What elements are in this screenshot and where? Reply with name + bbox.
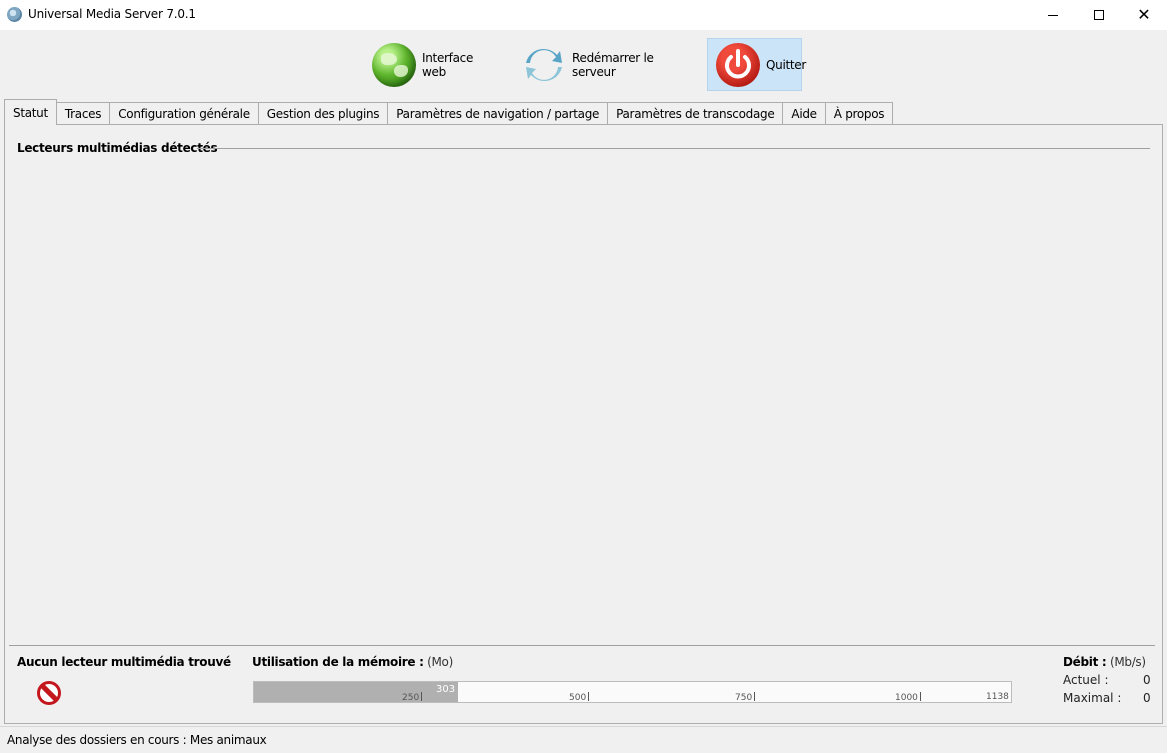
memory-max-label: 1138 xyxy=(986,692,1009,702)
power-icon xyxy=(716,42,760,87)
tab-help[interactable]: Aide xyxy=(782,102,826,125)
memory-tick-text: 1000 xyxy=(895,693,918,703)
detected-renderers-title: Lecteurs multimédias détectés xyxy=(17,141,218,155)
tab-general-configuration[interactable]: Configuration générale xyxy=(109,102,259,125)
section-divider xyxy=(197,148,1150,149)
status-bar: Analyse des dossiers en cours : Mes anim… xyxy=(0,726,1167,753)
memory-usage-bar: 303 250 500 750 1000 1138 xyxy=(253,681,1012,703)
memory-used-value: 303 xyxy=(436,684,456,695)
quit-button[interactable]: Quitter xyxy=(707,38,806,91)
memory-tick-mark xyxy=(754,692,756,701)
status-text: Analyse des dossiers en cours : Mes anim… xyxy=(7,733,267,747)
memory-unit: (Mo) xyxy=(427,655,453,669)
tab-plugins[interactable]: Gestion des plugins xyxy=(257,102,389,125)
tab-about[interactable]: À propos xyxy=(824,102,894,125)
memory-tick-text: 750 xyxy=(735,693,753,703)
close-icon: ✕ xyxy=(1137,5,1151,24)
maximize-button[interactable] xyxy=(1076,0,1122,30)
bitrate-current-value: 0 xyxy=(1143,673,1151,687)
bitrate-title: Débit : xyxy=(1063,655,1107,669)
close-button[interactable]: ✕ xyxy=(1121,0,1167,30)
bottom-divider xyxy=(9,645,1155,646)
bitrate-current-label: Actuel : xyxy=(1063,673,1109,687)
bitrate-unit: (Mb/s) xyxy=(1109,655,1146,669)
tab-status[interactable]: Statut xyxy=(4,99,57,125)
status-panel: Lecteurs multimédias détectés Aucun lect… xyxy=(4,124,1163,724)
web-interface-button[interactable]: Interface web xyxy=(364,38,504,91)
maximize-icon xyxy=(1094,10,1104,20)
window-title: Universal Media Server 7.0.1 xyxy=(28,7,196,21)
bitrate-max-label: Maximal : xyxy=(1063,691,1122,705)
globe-icon xyxy=(372,42,416,87)
refresh-icon xyxy=(522,43,566,87)
memory-tick-label: 250 xyxy=(402,692,423,703)
memory-tick-mark xyxy=(919,692,921,701)
minimize-icon xyxy=(1048,14,1058,16)
restart-server-button[interactable]: Redémarrer le serveur xyxy=(514,38,699,91)
memory-tick-label: 1000 xyxy=(895,692,921,703)
memory-tick-label: 750 xyxy=(735,692,756,703)
no-renderer-label: Aucun lecteur multimédia trouvé xyxy=(17,655,231,669)
memory-tick-text: 250 xyxy=(402,693,420,703)
memory-tick-text: 500 xyxy=(569,693,587,703)
memory-tick-mark xyxy=(421,692,423,701)
no-entry-icon xyxy=(37,681,61,705)
memory-tick-label: 500 xyxy=(569,692,590,703)
tab-transcoding[interactable]: Paramètres de transcodage xyxy=(607,102,784,125)
bitrate-label: Débit : (Mb/s) xyxy=(1063,655,1146,669)
memory-tick-mark xyxy=(588,692,590,701)
title-bar: Universal Media Server 7.0.1 ✕ xyxy=(0,0,1167,30)
memory-usage-fill xyxy=(254,682,458,702)
quit-label: Quitter xyxy=(766,57,807,72)
bitrate-max-value: 0 xyxy=(1143,691,1151,705)
web-interface-label: Interface web xyxy=(422,50,474,79)
tab-traces[interactable]: Traces xyxy=(55,102,111,125)
minimize-button[interactable] xyxy=(1030,0,1076,30)
tab-navigation-sharing[interactable]: Paramètres de navigation / partage xyxy=(387,102,609,125)
memory-usage-title: Utilisation de la mémoire : xyxy=(252,655,424,669)
tab-strip: Statut Traces Configuration générale Ges… xyxy=(4,99,894,125)
restart-server-label: Redémarrer le serveur xyxy=(572,50,654,79)
memory-usage-label: Utilisation de la mémoire : (Mo) xyxy=(252,655,453,669)
app-icon xyxy=(7,7,22,22)
